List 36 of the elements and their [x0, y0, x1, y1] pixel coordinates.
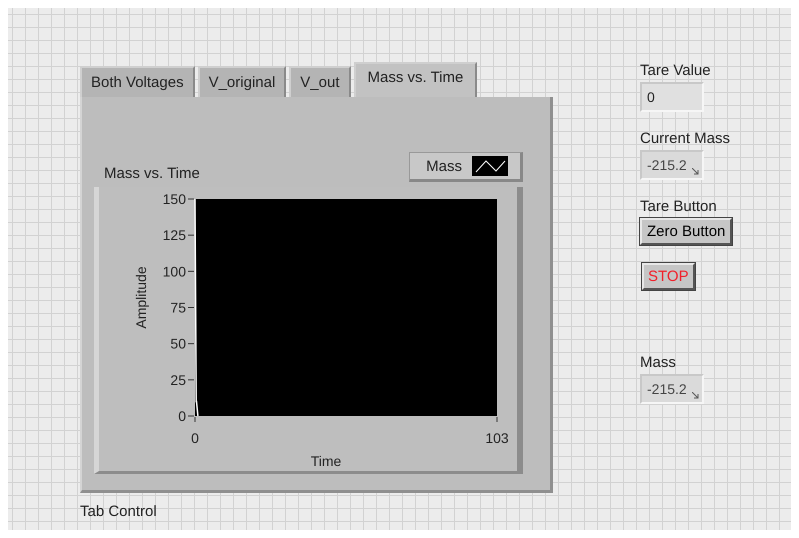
- control-label: Current Mass: [640, 130, 732, 147]
- tab[interactable]: Mass vs. Time: [354, 62, 478, 97]
- numeric-field: -215.2: [640, 374, 704, 404]
- y-tick: 100: [162, 263, 194, 280]
- zero-button[interactable]: Zero Button: [640, 218, 732, 245]
- y-tick: 75: [170, 300, 194, 316]
- y-tick: 150: [162, 191, 194, 207]
- legend-label: Mass: [426, 158, 462, 174]
- tab[interactable]: V_original: [198, 66, 286, 97]
- y-tick-label: 125: [162, 227, 186, 244]
- y-tick: 125: [162, 227, 194, 244]
- tab-control-label: Tab Control: [80, 503, 158, 520]
- numeric-field: -215.2: [640, 150, 704, 180]
- control-label: Tare Button: [640, 198, 718, 215]
- control-label: Mass: [640, 354, 677, 371]
- tab[interactable]: Both Voltages: [80, 66, 195, 97]
- y-tick-label: 0: [178, 408, 186, 424]
- x-axis-label: Time: [310, 453, 342, 469]
- x-tick-label: 103: [485, 430, 509, 446]
- graph-title: Mass vs. Time: [104, 165, 200, 182]
- x-tick: 103: [485, 416, 509, 446]
- line-swatch-icon: [472, 156, 508, 176]
- y-tick-label: 50: [170, 336, 186, 352]
- y-tick-label: 150: [162, 191, 186, 207]
- y-tick-label: 100: [162, 263, 186, 280]
- arrow-icon: [692, 392, 699, 399]
- numeric-field[interactable]: 0: [640, 82, 704, 112]
- y-tick-label: 25: [170, 372, 186, 388]
- y-tick-label: 75: [170, 300, 186, 316]
- tab[interactable]: V_out: [289, 66, 350, 97]
- y-tick: 25: [170, 372, 194, 388]
- y-axis-label: Amplitude: [133, 266, 149, 329]
- plot-legend[interactable]: Mass: [409, 152, 523, 182]
- y-tick: 50: [170, 336, 194, 352]
- arrow-icon: [692, 168, 699, 175]
- control-label: Tare Value: [640, 62, 712, 79]
